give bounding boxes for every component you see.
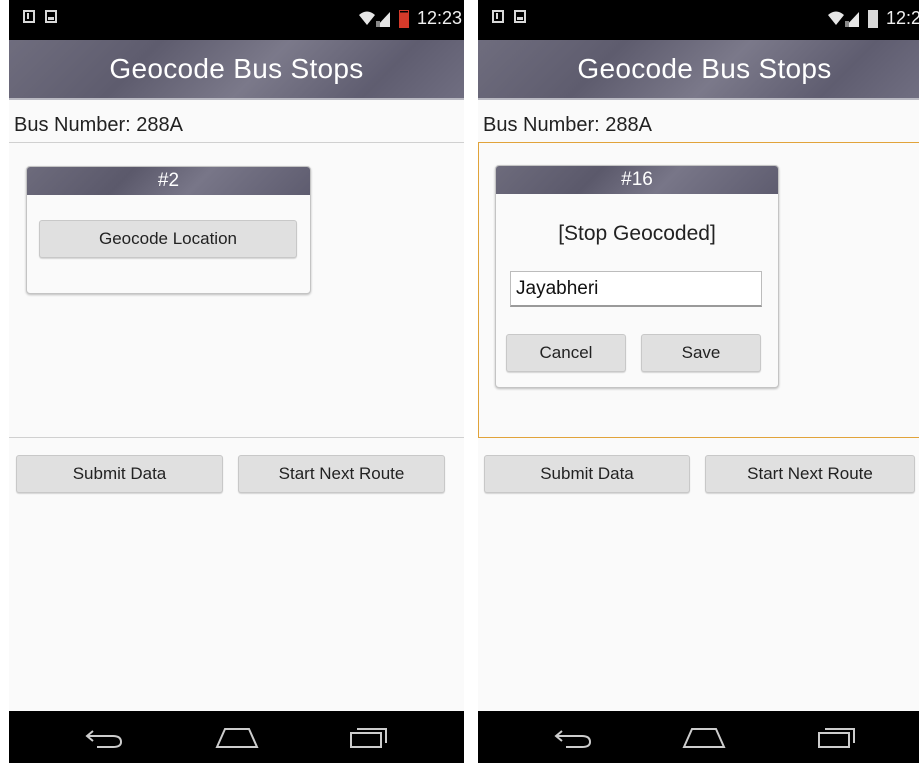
navigation-bar: [478, 711, 919, 763]
status-bar: 12:27: [478, 0, 919, 40]
start-next-route-button[interactable]: Start Next Route: [705, 455, 915, 493]
home-icon[interactable]: [682, 725, 726, 749]
notification-icons: [492, 10, 526, 23]
status-bar: 12:23: [9, 0, 464, 40]
battery-icon: [398, 9, 409, 28]
wifi-signal-icon: [358, 11, 390, 27]
notification-icons: [23, 10, 57, 23]
home-icon[interactable]: [215, 725, 259, 749]
image-icon: [514, 10, 526, 23]
submit-data-button[interactable]: Submit Data: [16, 455, 223, 493]
app-title: Geocode Bus Stops: [577, 53, 832, 84]
action-bar: Geocode Bus Stops: [9, 40, 464, 100]
stops-panel: #16 [Stop Geocoded] Cancel Save: [478, 142, 919, 438]
navigation-bar: [9, 711, 464, 763]
stop-card-header: #2: [27, 167, 310, 195]
stop-name-input[interactable]: [510, 271, 762, 307]
stops-panel: #2 Geocode Location: [9, 142, 464, 438]
phone-screen-right: 12:27 Geocode Bus Stops Bus Number: 288A…: [478, 0, 919, 763]
app-title: Geocode Bus Stops: [109, 53, 364, 84]
download-icon: [492, 10, 504, 23]
stop-status-text: [Stop Geocoded]: [558, 222, 716, 245]
save-button[interactable]: Save: [641, 334, 761, 372]
battery-icon: [867, 9, 878, 28]
action-bar: Geocode Bus Stops: [478, 40, 919, 100]
bus-number-label: Bus Number: 288A: [14, 114, 183, 136]
clock: 12:27: [885, 8, 919, 28]
clock: 12:23: [416, 8, 462, 28]
back-icon[interactable]: [554, 725, 594, 749]
download-icon: [23, 10, 35, 23]
stop-card-header: #16: [496, 166, 778, 194]
phone-screen-left: 12:23 Geocode Bus Stops Bus Number: 288A…: [9, 0, 464, 763]
recent-apps-icon[interactable]: [817, 725, 857, 749]
stop-card: #2 Geocode Location: [26, 166, 311, 294]
cancel-button[interactable]: Cancel: [506, 334, 626, 372]
status-icons: 12:27: [826, 8, 919, 29]
image-icon: [45, 10, 57, 23]
submit-data-button[interactable]: Submit Data: [484, 455, 690, 493]
bus-number-label: Bus Number: 288A: [483, 114, 652, 136]
back-icon[interactable]: [85, 725, 125, 749]
wifi-signal-icon: [827, 11, 859, 27]
start-next-route-button[interactable]: Start Next Route: [238, 455, 445, 493]
recent-apps-icon[interactable]: [349, 725, 389, 749]
geocode-location-button[interactable]: Geocode Location: [39, 220, 297, 258]
status-icons: 12:23: [357, 8, 462, 29]
stop-card: #16 [Stop Geocoded] Cancel Save: [495, 165, 779, 388]
